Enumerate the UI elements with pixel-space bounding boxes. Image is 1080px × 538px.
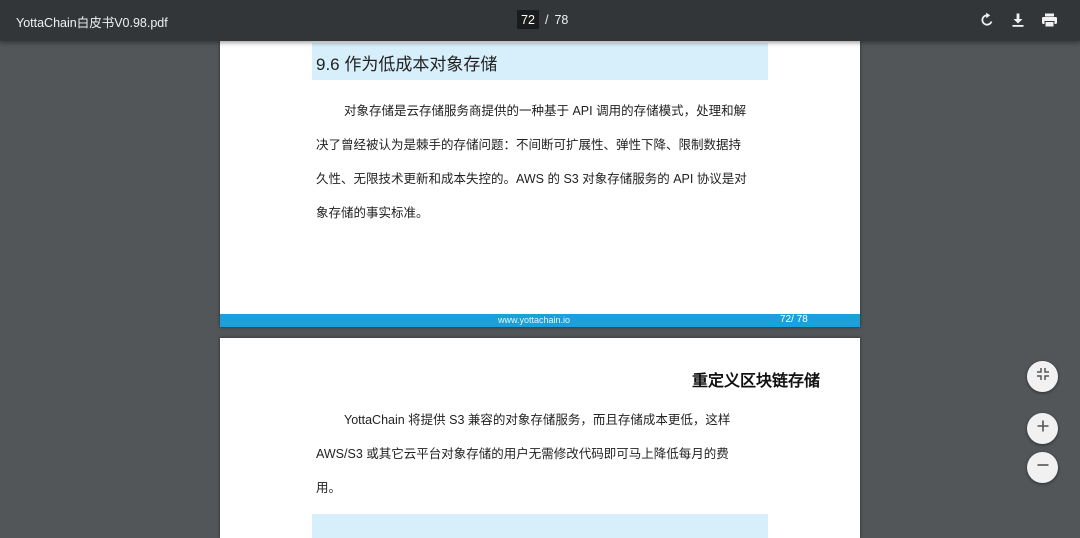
paragraph-line: 象存储的事实标准。 bbox=[316, 206, 429, 220]
pdf-toolbar: YottaChain白皮书V0.98.pdf / 78 bbox=[0, 0, 1080, 41]
zoom-in-button[interactable] bbox=[1027, 413, 1058, 444]
total-pages: 78 bbox=[554, 12, 569, 27]
paragraph-line: 久性、无限技术更新和成本失控的。AWS 的 S3 对象存储服务的 API 协议是… bbox=[316, 172, 747, 186]
download-icon bbox=[1010, 12, 1026, 28]
paragraph-line: 对象存储是云存储服务商提供的一种基于 API 调用的存储模式，处理和解 bbox=[344, 104, 747, 118]
pdf-page-72: 9.6 作为低成本对象存储 对象存储是云存储服务商提供的一种基于 API 调用的… bbox=[220, 41, 860, 327]
footer-url: www.yottachain.io bbox=[498, 315, 571, 325]
fit-page-icon bbox=[1036, 367, 1050, 386]
section-heading-band bbox=[312, 514, 768, 538]
page-indicator: / 78 bbox=[517, 10, 568, 29]
print-button[interactable] bbox=[1038, 9, 1060, 31]
zoom-in-icon bbox=[1036, 419, 1050, 438]
download-button[interactable] bbox=[1007, 9, 1029, 31]
fit-page-button[interactable] bbox=[1027, 361, 1058, 392]
paragraph-line: 决了曾经被认为是棘手的存储问题：不间断可扩展性、弹性下降、限制数据持 bbox=[316, 138, 742, 152]
rotate-icon bbox=[979, 12, 995, 28]
footer-page-number: 72/ 78 bbox=[780, 314, 808, 325]
zoom-out-button[interactable] bbox=[1027, 452, 1058, 483]
paragraph-line: 用。 bbox=[316, 481, 342, 495]
paragraph-line: YottaChain 将提供 S3 兼容的对象存储服务，而且存储成本更低，这样 bbox=[344, 413, 731, 427]
rotate-button[interactable] bbox=[976, 9, 998, 31]
page-separator: / bbox=[545, 12, 549, 27]
document-title: YottaChain白皮书V0.98.pdf bbox=[16, 16, 168, 30]
pdf-page-73: 重定义区块链存储 YottaChain 将提供 S3 兼容的对象存储服务，而且存… bbox=[220, 338, 860, 538]
page-footer-bar: www.yottachain.io 72/ 78 bbox=[220, 314, 860, 327]
paragraph-line: AWS/S3 或其它云平台对象存储的用户无需修改代码即可马上降低每月的费 bbox=[316, 447, 729, 461]
page-number-input[interactable] bbox=[517, 10, 539, 29]
running-header: 重定义区块链存储 bbox=[691, 373, 820, 390]
section-heading: 9.6 作为低成本对象存储 bbox=[316, 55, 498, 74]
print-icon bbox=[1041, 12, 1058, 28]
zoom-out-icon bbox=[1036, 458, 1050, 477]
